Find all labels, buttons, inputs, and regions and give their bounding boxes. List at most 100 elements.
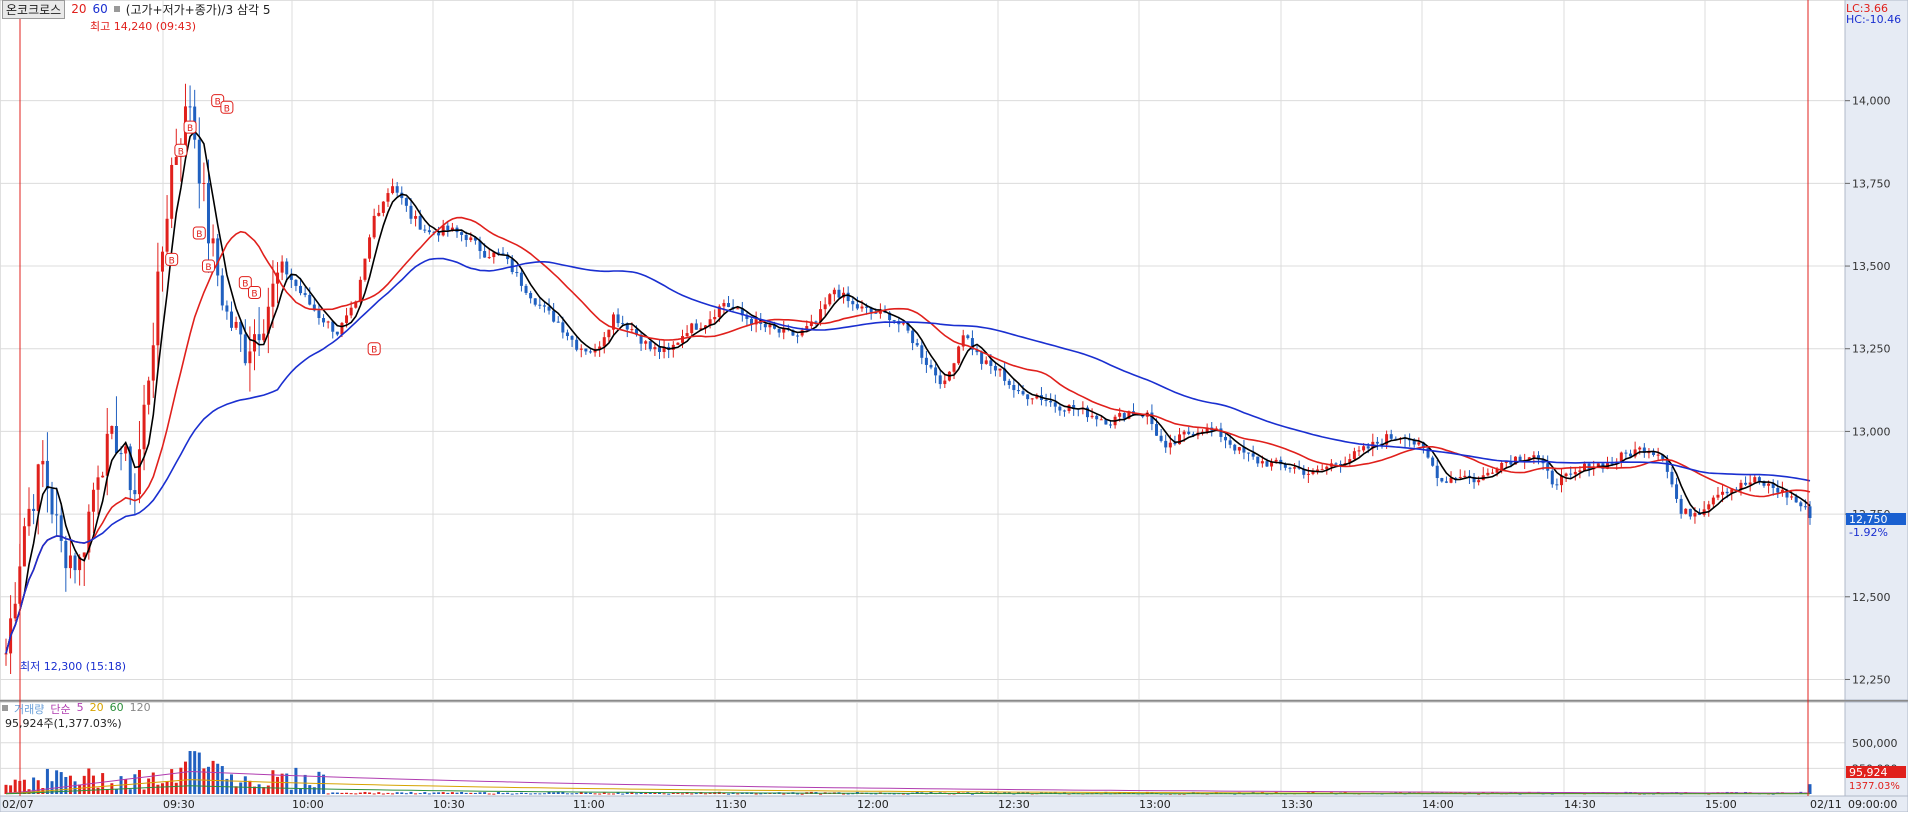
candle-body — [1293, 467, 1297, 469]
volume-bar — [276, 776, 280, 794]
volume-bar — [506, 792, 510, 794]
candle-body — [533, 298, 537, 305]
candle-body — [147, 380, 151, 405]
candle-body — [1711, 497, 1715, 505]
volume-bar — [220, 766, 224, 794]
volume-bar — [312, 787, 316, 794]
x-tick-label: 14:00 — [1422, 798, 1454, 811]
candle-body — [377, 212, 381, 216]
candle-body — [133, 490, 137, 495]
candle-body — [137, 449, 141, 495]
candle-body — [851, 301, 855, 305]
candle-body — [1007, 380, 1011, 386]
candle-body — [114, 425, 118, 454]
x-tick-label: 15:00 — [1705, 798, 1737, 811]
candle-body — [1306, 473, 1310, 475]
volume-bar — [137, 769, 141, 794]
candle-body — [1389, 434, 1393, 439]
candle-body — [1670, 471, 1674, 485]
candle-body — [27, 508, 31, 527]
candle-body — [1564, 473, 1568, 476]
volume-bar — [736, 793, 740, 795]
candle-body — [915, 343, 919, 346]
candle-body — [487, 257, 491, 259]
volume-bar — [727, 793, 731, 795]
candle-body — [556, 321, 560, 323]
candle-body — [713, 317, 717, 320]
candle-body — [469, 237, 473, 241]
candle-body — [409, 205, 413, 219]
volume-bar — [584, 792, 588, 794]
volume-bar — [552, 792, 556, 794]
volume-bar — [524, 793, 528, 795]
candle-body — [657, 347, 661, 352]
volume-bar — [372, 793, 376, 795]
candle-body — [1440, 478, 1444, 482]
candle-body — [1477, 480, 1481, 483]
volume-bar — [174, 782, 178, 794]
volume-bar — [519, 792, 523, 794]
candle-body — [124, 446, 128, 454]
candle-body — [607, 329, 611, 338]
candle-body — [142, 404, 146, 450]
candle-body — [1357, 450, 1361, 452]
candle-body — [437, 232, 441, 236]
candle-body — [22, 526, 26, 567]
current-volume-label: 95,924주(1,377.03%) — [5, 717, 122, 730]
candle-body — [418, 216, 422, 230]
candle-body — [1274, 459, 1278, 462]
volume-bar — [326, 793, 330, 795]
volume-bar — [147, 778, 151, 794]
candle-body — [1555, 484, 1559, 486]
ma-period-60[interactable]: 60 — [92, 2, 107, 16]
candle-body — [1435, 465, 1439, 479]
volume-bar — [280, 773, 284, 794]
ma-period-20[interactable]: 20 — [71, 2, 86, 16]
candle-body — [460, 232, 464, 235]
volume-bar — [188, 751, 192, 794]
candle-body — [271, 283, 275, 307]
candle-body — [483, 251, 487, 258]
candle-body — [391, 186, 395, 194]
volume-bar — [197, 752, 201, 794]
candle-body — [943, 380, 947, 385]
candle-body — [105, 433, 109, 476]
candle-body — [101, 475, 105, 478]
stock-name[interactable]: 온코크로스 — [2, 0, 66, 19]
candle-body — [929, 364, 933, 368]
candle-body — [188, 106, 192, 108]
candle-body — [174, 157, 178, 165]
candle-body — [823, 304, 827, 310]
candle-body — [777, 328, 781, 333]
candle-body — [299, 285, 303, 294]
candle-body — [1675, 484, 1679, 499]
formula-label[interactable]: (고가+저가+종가)/3 삼각 5 — [126, 1, 271, 18]
vol-legend-item[interactable]: 120 — [130, 701, 151, 717]
volume-bar — [441, 792, 445, 794]
candle-body — [1168, 442, 1172, 448]
candle-body — [317, 310, 321, 318]
x-axis — [0, 795, 1908, 813]
candle-body — [91, 489, 95, 512]
candle-body — [1090, 415, 1094, 418]
candle-body — [1767, 483, 1771, 486]
volume-legend-square-icon — [2, 705, 8, 711]
volume-y-tick-label: 500,000 — [1852, 737, 1898, 750]
volume-bar — [308, 785, 312, 794]
candle-body — [1320, 469, 1324, 471]
candle-body — [197, 139, 201, 184]
candle-body — [234, 321, 238, 328]
candle-body — [464, 234, 468, 241]
volume-bar — [354, 793, 358, 795]
volume-bar — [294, 767, 298, 794]
candle-body — [515, 272, 519, 274]
volume-bar — [142, 789, 146, 794]
candle-body — [446, 225, 450, 231]
candle-body — [262, 333, 266, 341]
y-tick-label: 13,250 — [1852, 343, 1891, 356]
candle-body — [230, 311, 233, 328]
volume-bar — [427, 793, 431, 795]
candle-body — [36, 464, 40, 511]
candle-body — [542, 305, 546, 307]
signal-marker-label: B — [169, 256, 175, 266]
